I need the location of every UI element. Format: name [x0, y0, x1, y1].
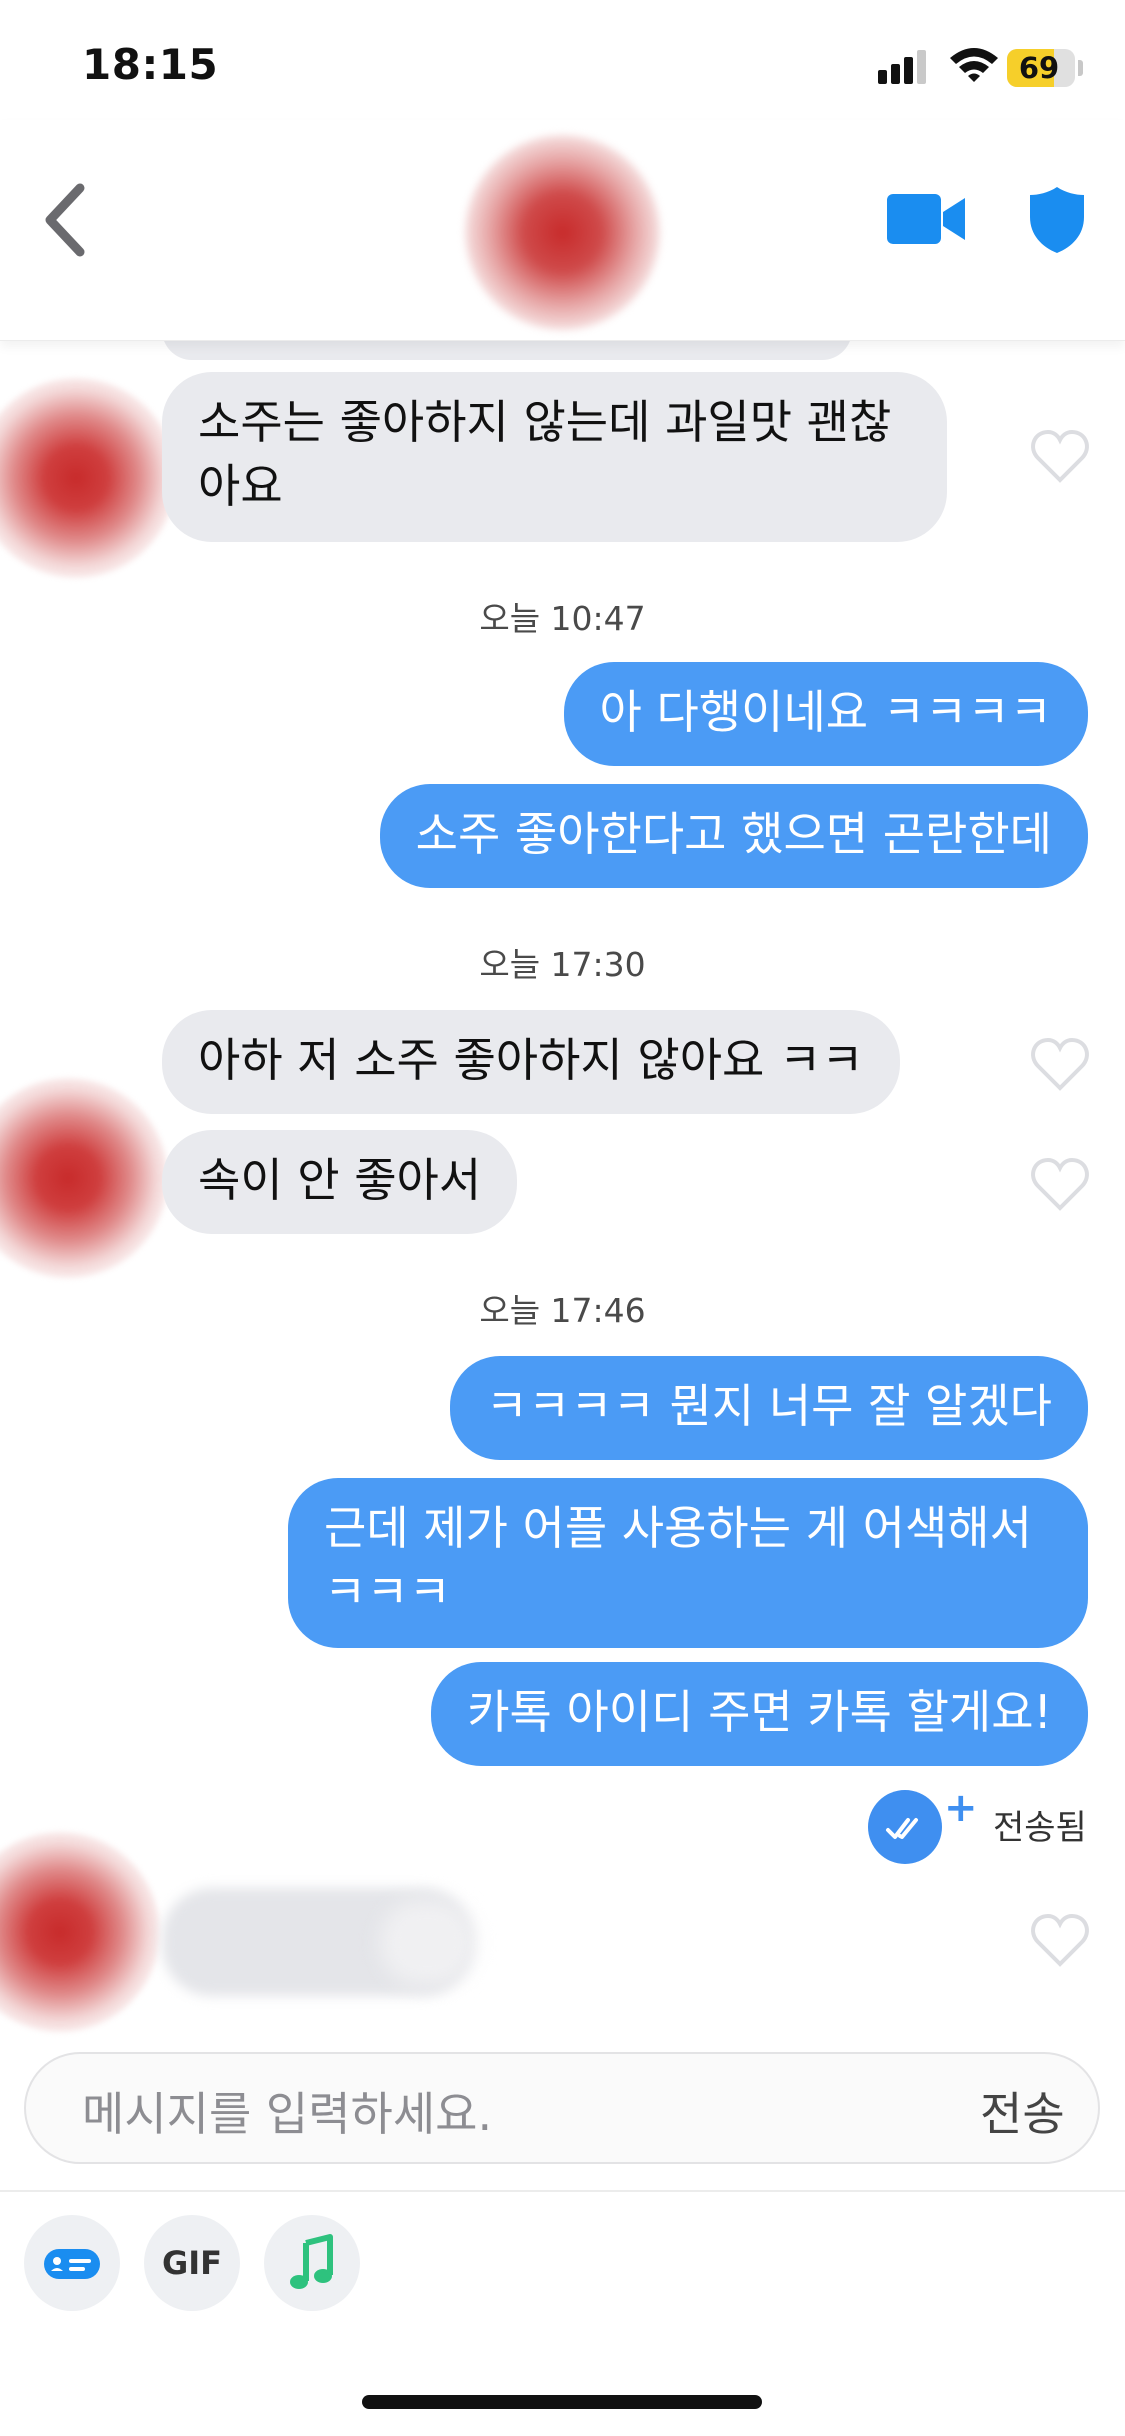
received-message: 아하 저 소주 좋아하지 않아요 ㅋㅋ	[162, 1010, 900, 1114]
timestamp: 오늘 17:46	[479, 1291, 646, 1330]
message-input-placeholder[interactable]: 메시지를 입력하세요.	[82, 2078, 492, 2144]
sent-status-label: 전송됨	[993, 1808, 1087, 1848]
sent-message: 근데 제가 어플 사용하는 게 어색해서 ㅋㅋㅋ	[288, 1478, 1088, 1648]
sticker-card-icon	[44, 2249, 100, 2279]
gif-button[interactable]: GIF	[144, 2215, 240, 2311]
double-check-icon	[886, 1818, 918, 1839]
sender-avatar[interactable]	[0, 378, 176, 578]
home-indicator	[362, 2395, 762, 2409]
read-receipt-button[interactable]	[868, 1790, 942, 1864]
chevron-left-icon	[45, 183, 85, 257]
safety-shield-button[interactable]	[1028, 185, 1086, 255]
received-message-blurred-tail	[380, 1900, 475, 1985]
sticker-button[interactable]	[24, 2215, 120, 2311]
gif-label: GIF	[161, 2244, 223, 2282]
timestamp: 오늘 17:30	[479, 945, 646, 984]
battery-icon: 69	[1007, 49, 1075, 87]
battery-level: 69	[1018, 51, 1060, 85]
message-text: 소주는 좋아하지 않는데 과일맛 괜찮	[198, 395, 892, 449]
message-text: ㅋㅋㅋ	[324, 1565, 451, 1619]
composer-divider	[0, 2190, 1125, 2192]
heart-icon[interactable]	[1030, 1156, 1090, 1212]
video-call-button[interactable]	[885, 190, 967, 248]
sent-message: 소주 좋아한다고 했으면 곤란한데	[379, 784, 1088, 888]
video-camera-icon	[887, 194, 965, 244]
sent-message: ㅋㅋㅋㅋ 뭔지 너무 잘 알겠다	[449, 1356, 1088, 1460]
shield-icon	[1030, 187, 1084, 253]
send-button[interactable]: 전송	[980, 2078, 1065, 2144]
received-message: 소주는 좋아하지 않는데 과일맛 괜찮 아요	[162, 372, 947, 542]
back-button[interactable]	[40, 180, 90, 260]
music-note-icon	[290, 2234, 333, 2289]
wifi-icon	[948, 44, 1000, 84]
heart-icon[interactable]	[1030, 428, 1090, 484]
battery-nub	[1078, 60, 1083, 76]
read-receipt-plus[interactable]: +	[944, 1785, 978, 1831]
heart-icon[interactable]	[1030, 1912, 1090, 1968]
previous-message-bubble	[162, 340, 852, 360]
music-button[interactable]	[264, 2215, 360, 2311]
status-time: 18:15	[82, 40, 219, 89]
match-avatar[interactable]	[465, 135, 660, 330]
received-message: 속이 안 좋아서	[162, 1130, 518, 1234]
sender-avatar[interactable]	[0, 1078, 168, 1278]
message-text: 근데 제가 어플 사용하는 게 어색해서	[324, 1501, 1032, 1555]
heart-icon[interactable]	[1030, 1036, 1090, 1092]
timestamp: 오늘 10:47	[479, 599, 646, 638]
sent-message: 카톡 아이디 주면 카톡 할게요!	[431, 1662, 1088, 1766]
sent-message: 아 다행이네요 ㅋㅋㅋㅋ	[563, 662, 1088, 766]
cellular-signal-icon	[878, 48, 930, 84]
message-text: 아요	[198, 459, 283, 513]
